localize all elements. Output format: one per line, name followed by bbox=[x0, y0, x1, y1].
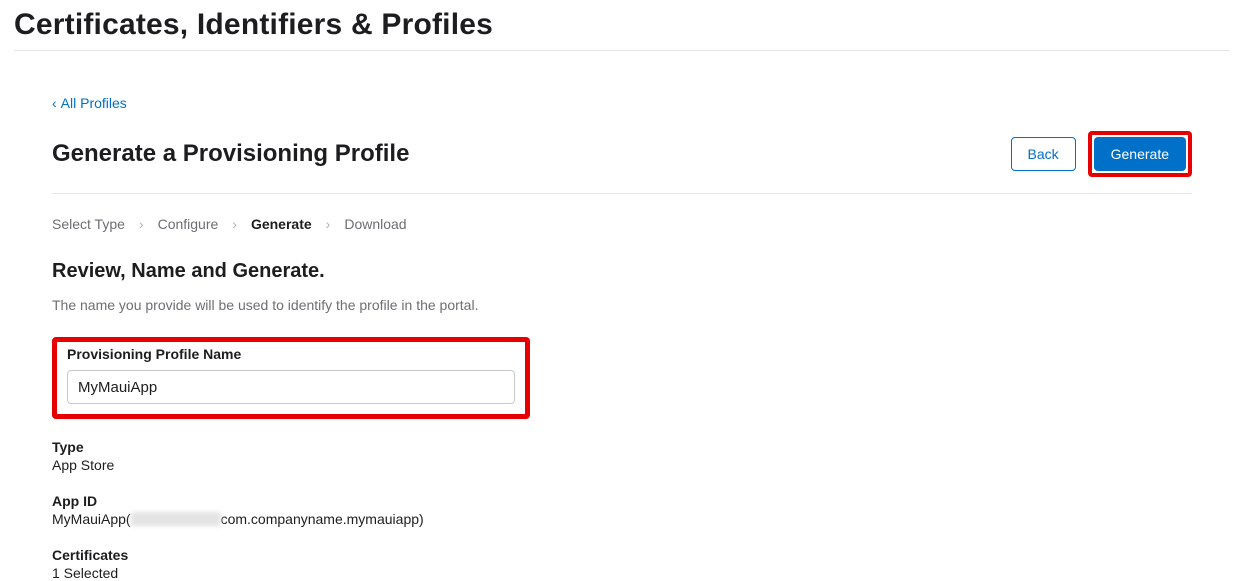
all-profiles-link[interactable]: ‹ All Profiles bbox=[52, 95, 127, 111]
appid-label: App ID bbox=[52, 493, 1192, 509]
breadcrumb: Select Type › Configure › Generate › Dow… bbox=[52, 216, 1192, 232]
certificates-field: Certificates 1 Selected bbox=[52, 547, 1192, 581]
crumb-generate: Generate bbox=[251, 216, 312, 232]
page-title: Certificates, Identifiers & Profiles bbox=[14, 0, 1230, 51]
appid-value: MyMauiApp(com.companyname.mymauiapp) bbox=[52, 511, 1192, 527]
chevron-left-icon: ‹ bbox=[52, 95, 57, 111]
section-subheading: The name you provide will be used to ide… bbox=[52, 297, 1192, 313]
redacted-id bbox=[131, 512, 221, 526]
profile-name-label: Provisioning Profile Name bbox=[67, 346, 515, 362]
type-value: App Store bbox=[52, 457, 1192, 473]
chevron-right-icon: › bbox=[232, 216, 237, 232]
chevron-right-icon: › bbox=[326, 216, 331, 232]
section-heading: Review, Name and Generate. bbox=[52, 260, 1192, 283]
generate-button-highlight: Generate bbox=[1088, 131, 1192, 177]
crumb-configure[interactable]: Configure bbox=[158, 216, 219, 232]
crumb-select-type[interactable]: Select Type bbox=[52, 216, 125, 232]
certificates-value: 1 Selected bbox=[52, 565, 1192, 581]
chevron-right-icon: › bbox=[139, 216, 144, 232]
appid-field: App ID MyMauiApp(com.companyname.mymauia… bbox=[52, 493, 1192, 527]
type-field: Type App Store bbox=[52, 439, 1192, 473]
all-profiles-label: All Profiles bbox=[61, 95, 127, 111]
header-row: Generate a Provisioning Profile Back Gen… bbox=[52, 131, 1192, 194]
certificates-label: Certificates bbox=[52, 547, 1192, 563]
profile-name-input[interactable] bbox=[67, 370, 515, 404]
generate-button[interactable]: Generate bbox=[1094, 137, 1186, 171]
wizard-title: Generate a Provisioning Profile bbox=[52, 140, 409, 168]
type-label: Type bbox=[52, 439, 1192, 455]
button-row: Back Generate bbox=[1011, 131, 1193, 177]
crumb-download: Download bbox=[344, 216, 406, 232]
profile-name-highlight: Provisioning Profile Name bbox=[52, 337, 530, 419]
back-button[interactable]: Back bbox=[1011, 137, 1076, 171]
